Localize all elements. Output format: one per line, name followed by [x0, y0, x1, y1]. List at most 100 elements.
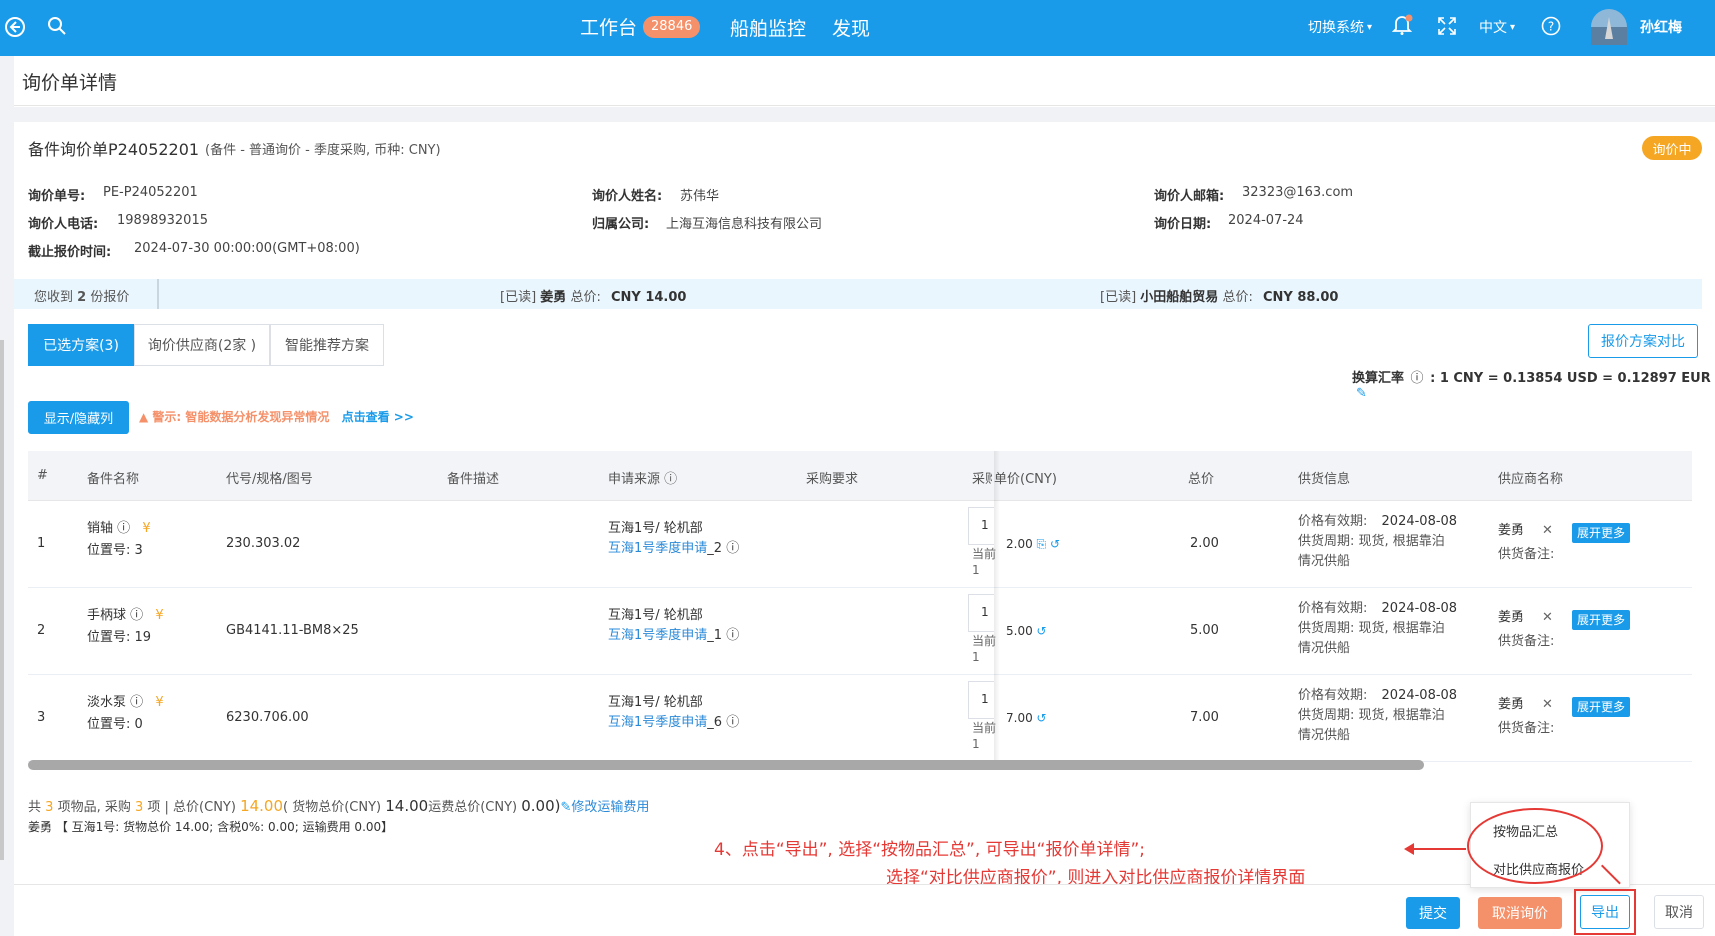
bell-icon[interactable] [1390, 13, 1414, 37]
nav-discover[interactable]: 发现 [832, 14, 870, 41]
supply-period-cont: 情况供船 [1298, 554, 1351, 569]
edit-icon[interactable]: ✎ [1356, 386, 1367, 401]
expand-more-button[interactable]: 展开更多 [1572, 610, 1631, 630]
quantity-current: 当前 1 [972, 546, 996, 578]
switch-system-label: 切换系统 [1308, 20, 1364, 36]
summary-total-price: 14.00 [240, 797, 284, 815]
position-no: 位置号: 3 [87, 541, 143, 561]
history-icon[interactable]: ↺ [1037, 711, 1047, 725]
tab-selected-plans[interactable]: 已选方案(3) [28, 324, 134, 366]
summary-purchase-label: 项物品, 采购 [57, 800, 131, 815]
summary-purchase-count: 3 [134, 800, 144, 815]
info-icon: ⓘ [664, 472, 678, 487]
col-code: 代号/规格/图号 [226, 472, 313, 487]
source-suffix: _2 [707, 541, 723, 556]
caret-down-icon: ▾ [1510, 21, 1516, 33]
quote-summary-2[interactable]: [已读] 小田船舶贸易 总价: CNY 88.00 [1100, 286, 1338, 305]
valid-label: 价格有效期: [1298, 601, 1368, 616]
col-total: 总价 [1188, 472, 1215, 487]
col-unit-price: 单价(CNY) [994, 472, 1057, 487]
exchange-label: 换算汇率 [1352, 371, 1405, 386]
history-icon[interactable]: ↺ [1050, 537, 1060, 551]
position-value: 3 [134, 543, 143, 558]
col-supplier-name: 供应商名称 [1498, 472, 1564, 487]
avatar[interactable] [1591, 9, 1627, 45]
source-link-text[interactable]: 互海1号季度申请 [608, 715, 707, 730]
close-icon[interactable]: ✕ [1542, 695, 1553, 715]
close-icon[interactable]: ✕ [1542, 608, 1553, 628]
summary-supplier-line: 姜勇 【 互海1号: 货物总价 14.00; 含税0%: 0.00; 运输费用 … [28, 820, 394, 834]
received-quotes: 您收到 2 份报价 [34, 286, 129, 305]
tab-smart-recommend[interactable]: 智能推荐方案 [270, 324, 384, 366]
quantity-current-value: 1 [972, 737, 980, 751]
quote-total-label: 总价: [570, 290, 601, 305]
warning-link[interactable]: 点击查看 >> [342, 410, 414, 424]
show-hide-columns-button[interactable]: 显示/隐藏列 [28, 401, 129, 434]
nav-workbench[interactable]: 工作台 28846 [580, 13, 701, 40]
col-index: # [37, 468, 48, 483]
nav-ship-monitor[interactable]: 船舶监控 [730, 14, 806, 41]
quantity-current-label: 当前 [972, 634, 996, 648]
valid-value: 2024-08-08 [1381, 688, 1458, 703]
history-icon[interactable]: ↺ [1037, 624, 1047, 638]
frozen-column-shadow [994, 451, 1000, 766]
table-header: # 备件名称 代号/规格/图号 备件描述 申请来源 ⓘ 采购要求 采购 单价(C… [28, 451, 1692, 501]
field-phone-value: 19898932015 [117, 213, 208, 228]
cancel-inquiry-button[interactable]: 取消询价 [1478, 897, 1562, 929]
col-source-label: 申请来源 [608, 472, 661, 487]
supply-period-cont: 情况供船 [1298, 728, 1351, 743]
annotation-arrow-head [1404, 843, 1414, 855]
edit-icon[interactable]: ✎ [561, 800, 572, 815]
part-code: GB4141.11-BM8×25 [226, 623, 359, 638]
quantity-current-label: 当前 [972, 547, 996, 561]
field-email-label: 询价人邮箱: [1154, 189, 1225, 204]
submit-button[interactable]: 提交 [1406, 897, 1460, 929]
switch-system-dropdown[interactable]: 切换系统 ▾ [1308, 17, 1372, 37]
source-suffix: _6 [707, 715, 723, 730]
fullscreen-icon[interactable] [1437, 16, 1457, 36]
expand-more-button[interactable]: 展开更多 [1572, 523, 1631, 543]
price-tag-icon[interactable]: ¥ [155, 695, 163, 710]
quantity-input[interactable]: 1 [968, 594, 994, 632]
supply-period: 供货周期: 现货, 根据靠泊 [1298, 619, 1445, 639]
quote-summary-1[interactable]: [已读] 姜勇 总价: CNY 14.00 [500, 286, 686, 305]
source-link: 互海1号季度申请_6 ⓘ [608, 713, 739, 733]
quantity-input[interactable]: 1 [968, 681, 994, 719]
field-email-value: 32323@163.com [1242, 185, 1354, 200]
price-tag-icon[interactable]: ¥ [142, 521, 150, 536]
expand-more-button[interactable]: 展开更多 [1572, 697, 1631, 717]
page-title-bar: 询价单详情 [14, 56, 1715, 106]
table-row: 2 手柄球 ⓘ ¥ 位置号: 19 GB4141.11-BM8×25 互海1号/… [28, 588, 1692, 675]
warning-message: ▲ 警示: 智能数据分析发现异常情况 点击查看 >> [139, 408, 414, 425]
unit-price: 5.00 ↺ [1006, 621, 1047, 641]
valid-date: 价格有效期: 2024-08-08 [1298, 599, 1457, 619]
username[interactable]: 孙红梅 [1640, 17, 1682, 37]
annotation-arrow-line [1410, 848, 1466, 850]
search-icon[interactable] [47, 16, 67, 36]
row-index: 3 [37, 710, 46, 725]
source-link-text[interactable]: 互海1号季度申请 [608, 541, 707, 556]
supplier-name[interactable]: 姜勇 [1498, 608, 1524, 628]
close-icon[interactable]: ✕ [1542, 521, 1553, 541]
quantity-input[interactable]: 1 [968, 507, 994, 545]
copy-icon[interactable]: ⎘ [1037, 537, 1047, 551]
language-label: 中文 [1479, 20, 1507, 36]
source-link-text[interactable]: 互海1号季度申请 [608, 628, 707, 643]
compare-plans-button[interactable]: 报价方案对比 [1588, 324, 1698, 358]
supplier-name[interactable]: 姜勇 [1498, 521, 1524, 541]
tab-inquiry-suppliers[interactable]: 询价供应商(2家 ) [134, 324, 270, 366]
language-dropdown[interactable]: 中文 ▾ [1479, 17, 1515, 37]
cancel-button[interactable]: 取消 [1654, 895, 1704, 929]
warning-icon: ▲ [139, 410, 149, 424]
quote-read-flag: [已读] [1100, 290, 1137, 305]
horizontal-scrollbar[interactable] [28, 760, 1424, 770]
help-icon[interactable]: ? [1541, 16, 1561, 36]
supplier-name[interactable]: 姜勇 [1498, 695, 1524, 715]
caret-down-icon: ▾ [1367, 21, 1373, 33]
modify-freight-link[interactable]: 修改运输费用 [571, 800, 649, 815]
unit-price-value: 5.00 [1006, 624, 1033, 638]
row-index: 1 [37, 536, 46, 551]
col-description: 备件描述 [447, 472, 500, 487]
back-icon[interactable] [4, 16, 26, 38]
price-tag-icon[interactable]: ¥ [155, 608, 163, 623]
